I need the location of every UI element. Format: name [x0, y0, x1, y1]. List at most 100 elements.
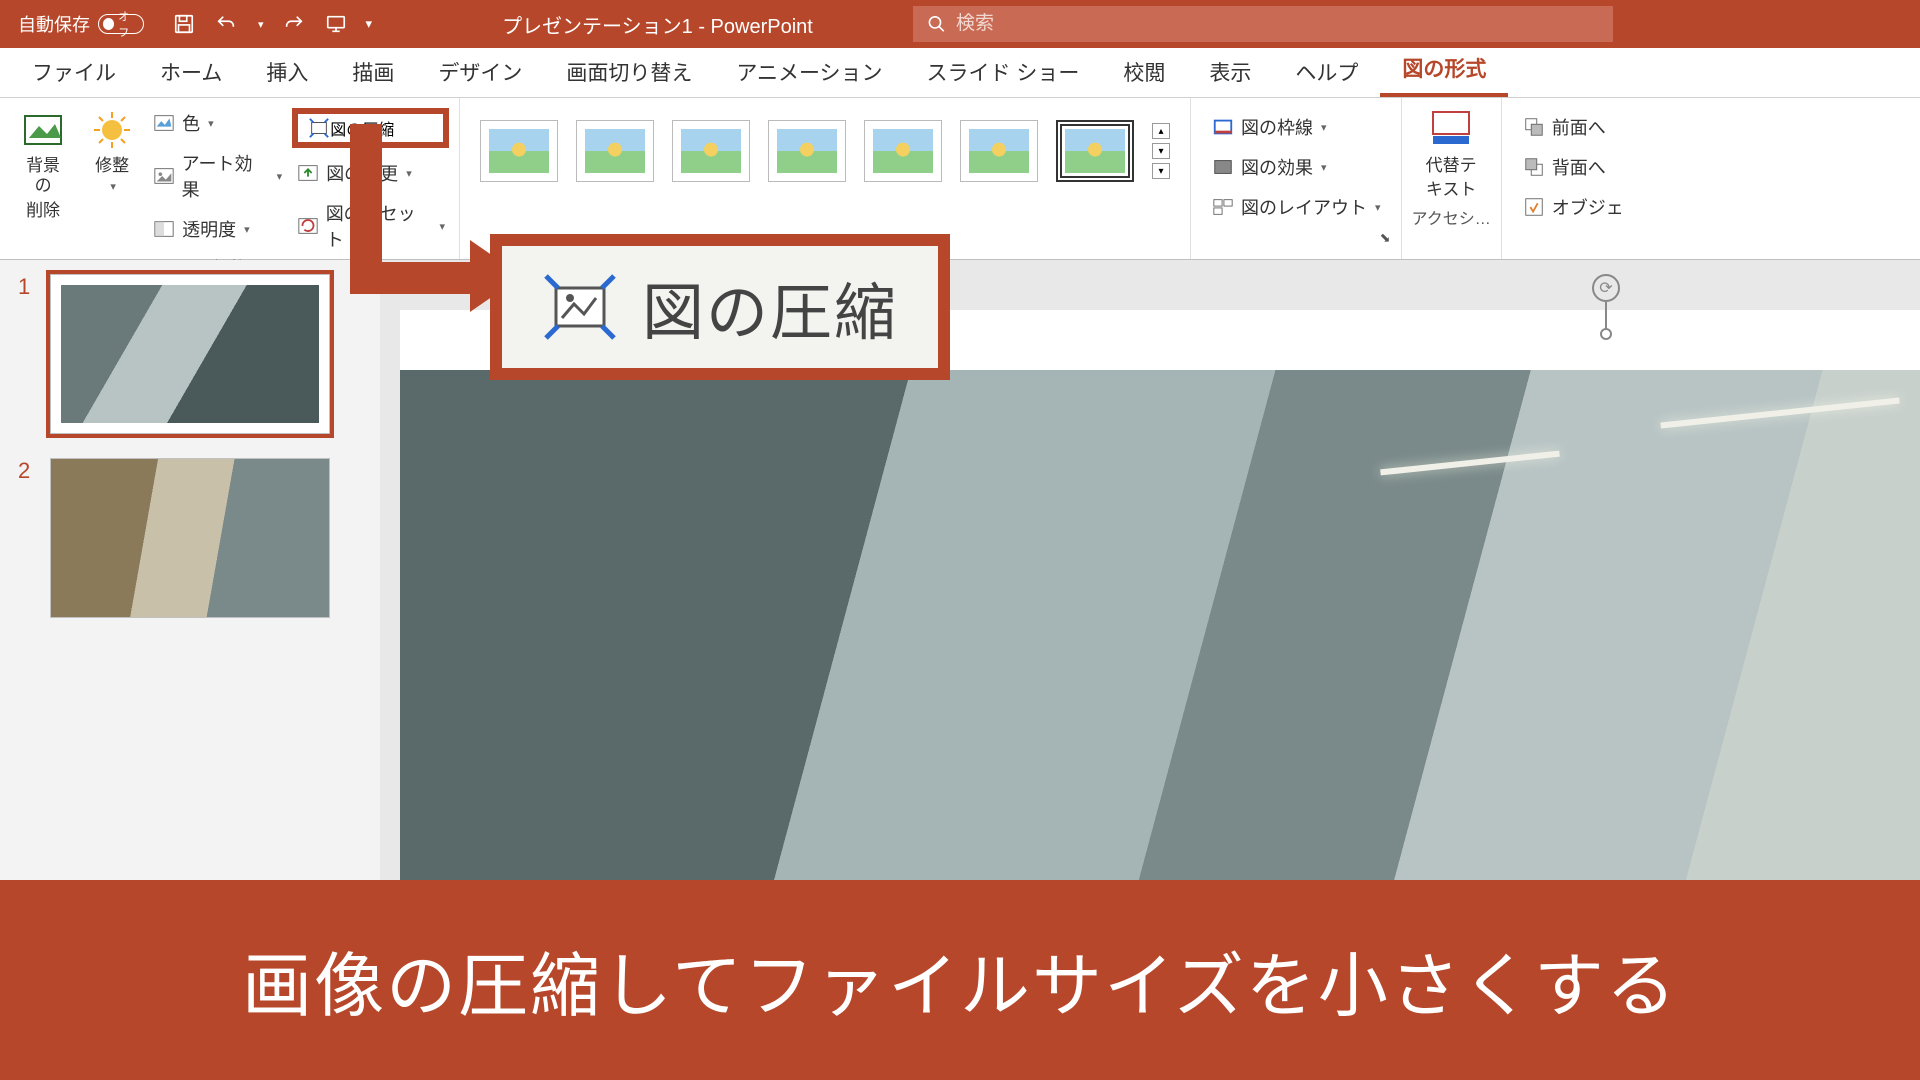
- alt-text-button[interactable]: 代替テ キスト: [1418, 104, 1485, 205]
- slide-number: 2: [18, 458, 36, 618]
- tab-insert[interactable]: 挿入: [244, 47, 330, 97]
- style-thumb-6[interactable]: [960, 120, 1038, 182]
- corrections-icon: [90, 108, 134, 152]
- change-picture-button[interactable]: 図の変更 ▾: [292, 158, 449, 188]
- dialog-launcher-icon[interactable]: ⬊: [1380, 230, 1391, 250]
- ribbon-group-picture-options: 図の枠線 ▾ 図の効果 ▾ 図のレイアウト ▾ ⬊: [1191, 98, 1402, 259]
- tab-help[interactable]: ヘルプ: [1273, 47, 1380, 97]
- selection-handle[interactable]: [1600, 328, 1612, 340]
- undo-icon[interactable]: [214, 12, 238, 36]
- search-box[interactable]: [913, 6, 1613, 42]
- picture-effects-icon: [1211, 155, 1235, 179]
- compress-pictures-button[interactable]: 図の圧縮: [292, 108, 449, 148]
- compress-icon: [542, 272, 618, 342]
- tab-review[interactable]: 校閲: [1101, 47, 1187, 97]
- qat-customize-icon[interactable]: ▾: [366, 16, 373, 32]
- chevron-down-icon: ▾: [244, 223, 250, 236]
- transparency-icon: [152, 217, 176, 241]
- picture-layout-button[interactable]: 図のレイアウト ▾: [1207, 192, 1385, 222]
- tab-transitions[interactable]: 画面切り替え: [544, 47, 714, 97]
- rotate-stem: [1605, 302, 1607, 330]
- style-thumb-4[interactable]: [768, 120, 846, 182]
- style-thumb-2[interactable]: [576, 120, 654, 182]
- search-icon: [927, 14, 946, 34]
- transparency-label: 透明度: [182, 216, 236, 242]
- border-label: 図の枠線: [1241, 114, 1313, 140]
- reset-picture-icon: [296, 214, 320, 238]
- effects-label: 図の効果: [1241, 154, 1313, 180]
- toggle-dot-icon: [103, 18, 114, 30]
- slide-item-2[interactable]: 2: [18, 458, 362, 618]
- tab-animations[interactable]: アニメーション: [714, 47, 904, 97]
- style-thumb-3[interactable]: [672, 120, 750, 182]
- tab-draw[interactable]: 描画: [330, 47, 416, 97]
- gallery-more-icon[interactable]: ▾: [1152, 163, 1170, 179]
- picture-effects-button[interactable]: 図の効果 ▾: [1207, 152, 1385, 182]
- corrections-button[interactable]: 修整 ▾: [82, 104, 142, 197]
- ribbon-group-accessibility: 代替テ キスト アクセシ…: [1402, 98, 1502, 259]
- picture-border-button[interactable]: 図の枠線 ▾: [1207, 112, 1385, 142]
- redo-icon[interactable]: [282, 12, 306, 36]
- gallery-up-icon[interactable]: ▴: [1152, 123, 1170, 139]
- artistic-label: アート効果: [182, 150, 269, 202]
- send-backward-button[interactable]: 背面へ: [1518, 152, 1628, 182]
- ribbon-group-arrange: 前面へ 背面へ オブジェ: [1502, 98, 1644, 259]
- selection-pane-button[interactable]: オブジェ: [1518, 192, 1628, 222]
- tab-design[interactable]: デザイン: [416, 47, 544, 97]
- selection-pane-label: オブジェ: [1552, 194, 1624, 220]
- banner-text: 画像の圧縮してファイルサイズを小さくする: [212, 930, 1708, 1031]
- save-icon[interactable]: [172, 12, 196, 36]
- autosave-state: オフ: [118, 8, 139, 40]
- style-thumb-5[interactable]: [864, 120, 942, 182]
- tab-picture-format[interactable]: 図の形式: [1380, 43, 1508, 97]
- selection-pane-icon: [1522, 195, 1546, 219]
- undo-chevron-icon[interactable]: ▾: [258, 18, 264, 31]
- alt-text-label-2: キスト: [1426, 180, 1477, 200]
- picture-styles-gallery: ▴ ▾ ▾: [470, 104, 1180, 198]
- send-backward-label: 背面へ: [1552, 154, 1606, 180]
- caption-banner: 画像の圧縮してファイルサイズを小さくする: [0, 880, 1920, 1080]
- color-button[interactable]: 色 ▾: [148, 108, 286, 138]
- toggle-pill[interactable]: オフ: [98, 14, 144, 34]
- slideshow-start-icon[interactable]: [324, 12, 348, 36]
- ribbon-group-adjust: 背景の 削除 修整 ▾ 色 ▾ アート効果 ▾: [0, 98, 460, 259]
- rotate-handle-icon[interactable]: ⟳: [1592, 274, 1620, 302]
- chevron-down-icon: ▾: [277, 170, 283, 183]
- tab-file[interactable]: ファイル: [10, 47, 138, 97]
- chevron-down-icon: ▾: [110, 180, 116, 193]
- title-bar: 自動保存 オフ ▾ ▾ プレゼンテーション1 - PowerPoint: [0, 0, 1920, 48]
- chevron-down-icon: ▾: [1375, 201, 1381, 214]
- transparency-button[interactable]: 透明度 ▾: [148, 214, 286, 244]
- remove-background-button[interactable]: 背景の 削除: [10, 104, 76, 225]
- tab-home[interactable]: ホーム: [138, 47, 244, 97]
- layout-label: 図のレイアウト: [1241, 194, 1367, 220]
- style-thumb-1[interactable]: [480, 120, 558, 182]
- accessibility-group-label: アクセシ…: [1412, 205, 1491, 233]
- annotation-callout: 図の圧縮: [490, 234, 950, 380]
- callout-text: 図の圧縮: [642, 262, 898, 352]
- autosave-toggle[interactable]: 自動保存 オフ: [0, 11, 162, 37]
- bring-forward-icon: [1522, 115, 1546, 139]
- chevron-down-icon: ▾: [1321, 161, 1327, 174]
- style-thumb-7[interactable]: [1056, 120, 1134, 182]
- send-backward-icon: [1522, 155, 1546, 179]
- tab-slideshow[interactable]: スライド ショー: [905, 47, 1102, 97]
- compress-icon: [308, 117, 330, 139]
- gallery-scroll: ▴ ▾ ▾: [1152, 123, 1170, 179]
- change-label: 図の変更: [326, 160, 398, 186]
- search-input[interactable]: [956, 13, 1599, 35]
- reset-picture-button[interactable]: 図のリセット ▾: [292, 198, 449, 254]
- gallery-down-icon[interactable]: ▾: [1152, 143, 1170, 159]
- change-picture-icon: [296, 161, 320, 185]
- slide-item-1[interactable]: 1: [18, 274, 362, 434]
- slide-thumbnail-2[interactable]: [50, 458, 330, 618]
- tab-view[interactable]: 表示: [1187, 47, 1273, 97]
- slide-number: 1: [18, 274, 36, 434]
- artistic-effects-button[interactable]: アート効果 ▾: [148, 148, 286, 204]
- alt-text-icon: [1429, 108, 1473, 152]
- document-title: プレゼンテーション1 - PowerPoint: [382, 10, 853, 39]
- autosave-label: 自動保存: [18, 11, 90, 37]
- color-label: 色: [182, 110, 200, 136]
- slide-thumbnail-1[interactable]: [50, 274, 330, 434]
- bring-forward-button[interactable]: 前面へ: [1518, 112, 1628, 142]
